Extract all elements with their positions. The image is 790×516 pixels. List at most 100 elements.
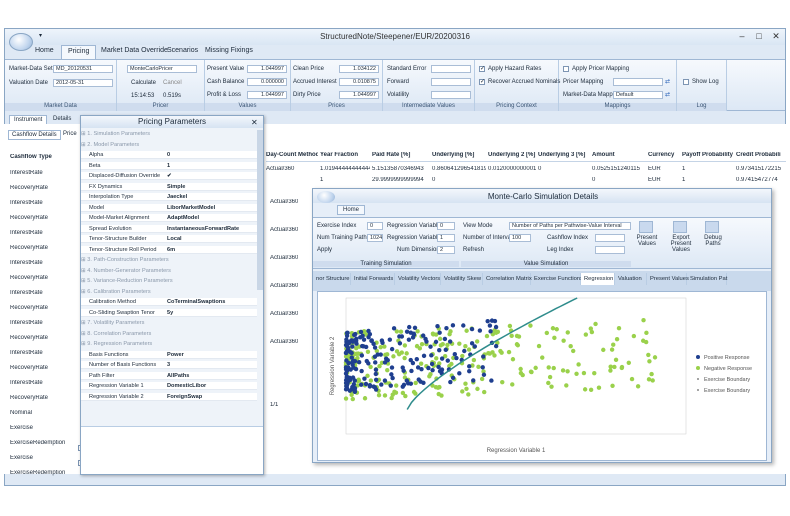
tab-home[interactable]: Home: [29, 45, 60, 59]
property-row[interactable]: Model-Market Alignment AdaptModel: [81, 214, 257, 222]
property-row[interactable]: Regression Variable 2 ForeignSwap: [81, 392, 257, 401]
property-section[interactable]: ⊞ 4. Number-Generator Parameters: [81, 267, 257, 275]
exercise-index-select[interactable]: 0: [367, 222, 383, 230]
property-value[interactable]: 1: [167, 162, 170, 170]
debug-paths-icon[interactable]: [705, 221, 719, 233]
property-value[interactable]: 6m: [167, 246, 175, 254]
num-intervals-input[interactable]: 100: [509, 234, 531, 242]
mc-tab[interactable]: Volatility Vectors: [395, 273, 441, 285]
property-row[interactable]: Spread Evolution InstantaneousForwardRate: [81, 224, 257, 233]
close-icon[interactable]: ✕: [769, 31, 783, 42]
property-value[interactable]: AdaptModel: [167, 214, 199, 222]
num-dim-input[interactable]: 2: [437, 246, 455, 254]
property-value[interactable]: Local: [167, 235, 182, 243]
property-row[interactable]: Interpolation Type Jaeckel: [81, 193, 257, 201]
cancel-button[interactable]: Cancel: [163, 80, 182, 86]
refresh-md-mapping-icon[interactable]: ⇄: [665, 91, 670, 98]
debug-paths-button[interactable]: Debug Paths: [699, 235, 727, 247]
tab-pricing[interactable]: Pricing: [61, 45, 97, 59]
property-row[interactable]: Path Filter AllPaths: [81, 371, 257, 380]
tab-cashflow-details[interactable]: Cashflow Details: [8, 130, 61, 140]
property-value[interactable]: AllPaths: [167, 372, 189, 380]
mc-tab[interactable]: Valuation: [615, 273, 647, 285]
minimize-icon[interactable]: –: [735, 31, 749, 42]
property-row[interactable]: Co-Sliding Swaption Tenor 5y: [81, 308, 257, 317]
property-section[interactable]: ⊞ 8. Correlation Parameters: [81, 330, 257, 338]
md-set-select[interactable]: MD_20120531: [53, 65, 113, 73]
present-values-button[interactable]: Present Values: [633, 235, 661, 247]
cashflow-index-select[interactable]: [595, 234, 625, 242]
property-value[interactable]: 3: [167, 361, 170, 369]
table-row[interactable]: 1 29.9999999999994 0 0 EUR 1 0.97415472774: [266, 175, 786, 185]
property-row[interactable]: Basis Functions Power: [81, 350, 257, 359]
close-icon[interactable]: ✕: [251, 118, 258, 127]
quick-access-icon[interactable]: ▾: [39, 32, 42, 39]
md-mapping-select[interactable]: Default: [613, 91, 663, 99]
property-value[interactable]: Simple: [167, 183, 185, 191]
mc-tab[interactable]: Exercise Functions: [531, 273, 583, 285]
property-value[interactable]: ✔: [167, 172, 172, 180]
property-section[interactable]: ⊞ 9. Regression Parameters: [81, 340, 257, 348]
valuation-date-input[interactable]: 2012-05-31: [53, 79, 113, 87]
property-row[interactable]: Calibration Method CoTerminalSwaptions: [81, 298, 257, 306]
reg-var-select[interactable]: 0: [437, 222, 455, 230]
leg-index-select[interactable]: [595, 246, 625, 254]
apply-button[interactable]: Apply: [317, 247, 332, 253]
export-pv-icon[interactable]: [673, 221, 687, 233]
property-section[interactable]: ⊞ 1. Simulation Parameters: [81, 130, 257, 138]
property-row[interactable]: Tenor-Structure Builder Local: [81, 235, 257, 243]
property-value[interactable]: InstantaneousForwardRate: [167, 225, 239, 233]
property-value[interactable]: 0: [167, 151, 170, 159]
property-section[interactable]: ⊞ 5. Variance-Reduction Parameters: [81, 277, 257, 285]
export-pv-button[interactable]: Export Present Values: [663, 235, 699, 253]
mc-tab[interactable]: Simulation Pat: [687, 273, 727, 285]
tab-missing-fixings[interactable]: Missing Fixings: [199, 45, 259, 59]
property-row[interactable]: FX Dynamics Simple: [81, 182, 257, 191]
refresh-mapping-icon[interactable]: ⇄: [665, 78, 670, 85]
tab-price[interactable]: Price: [60, 130, 80, 138]
show-log-checkbox[interactable]: [683, 79, 689, 85]
property-value[interactable]: 5y: [167, 309, 173, 317]
mc-tab[interactable]: Initial Forwards: [351, 273, 395, 285]
mc-tab[interactable]: Volatility Skew: [441, 273, 483, 285]
property-row[interactable]: Model LiborMarketModel: [81, 203, 257, 212]
property-value[interactable]: Power: [167, 351, 184, 359]
mc-tab[interactable]: Regression: [581, 273, 615, 285]
pricer-select[interactable]: MonteCarloPricer: [127, 65, 197, 73]
reg-var2-select[interactable]: 1: [437, 234, 455, 242]
mc-tab[interactable]: Present Values: [647, 273, 689, 285]
refresh-button[interactable]: Refresh: [463, 247, 484, 253]
property-value[interactable]: LiborMarketModel: [167, 204, 215, 212]
maximize-icon[interactable]: □: [752, 31, 766, 42]
property-value[interactable]: CoTerminalSwaptions: [167, 298, 225, 306]
property-value[interactable]: DomesticLibor: [167, 382, 206, 390]
property-row[interactable]: Number of Basis Functions 3: [81, 361, 257, 369]
property-row[interactable]: Beta 1: [81, 161, 257, 170]
tab-details[interactable]: Details: [49, 115, 75, 123]
tab-scenarios[interactable]: Scenarios: [161, 45, 204, 59]
mc-tab[interactable]: nor Structure: [313, 273, 351, 285]
table-row[interactable]: Actual/360 1.01944444444444 5.151358703469…: [266, 164, 786, 174]
property-row[interactable]: Alpha 0: [81, 151, 257, 159]
property-section[interactable]: ⊞ 2. Model Parameters: [81, 141, 257, 149]
present-values-icon[interactable]: [639, 221, 653, 233]
property-section[interactable]: ⊞ 6. Calibration Parameters: [81, 288, 257, 296]
calculate-button[interactable]: Calculate: [131, 80, 156, 86]
property-value[interactable]: ForeignSwap: [167, 393, 202, 401]
view-mode-select[interactable]: Number of Paths per Pathwise-Value Inter…: [509, 222, 631, 230]
property-row[interactable]: Tenor-Structure Roll Period 6m: [81, 245, 257, 254]
mc-tab-home[interactable]: Home: [337, 205, 366, 215]
mc-orb-icon[interactable]: [317, 191, 335, 203]
num-training-input[interactable]: 1024: [367, 234, 383, 242]
mc-tab[interactable]: Correlation Matrix: [483, 273, 532, 285]
recover-accrued-checkbox[interactable]: ✓: [479, 79, 485, 85]
property-section[interactable]: ⊞ 3. Path-Construction Parameters: [81, 256, 257, 264]
property-row[interactable]: Displaced-Diffusion Override ✔: [81, 172, 257, 180]
pricer-mapping-select[interactable]: [613, 78, 663, 86]
apply-pricer-mapping-checkbox[interactable]: [563, 66, 569, 72]
apply-hazard-checkbox[interactable]: ✓: [479, 66, 485, 72]
scrollbar[interactable]: [257, 130, 263, 290]
property-value[interactable]: Jaeckel: [167, 193, 187, 201]
property-row[interactable]: Regression Variable 1 DomesticLibor: [81, 382, 257, 390]
property-section[interactable]: ⊞ 7. Volatility Parameters: [81, 319, 257, 327]
